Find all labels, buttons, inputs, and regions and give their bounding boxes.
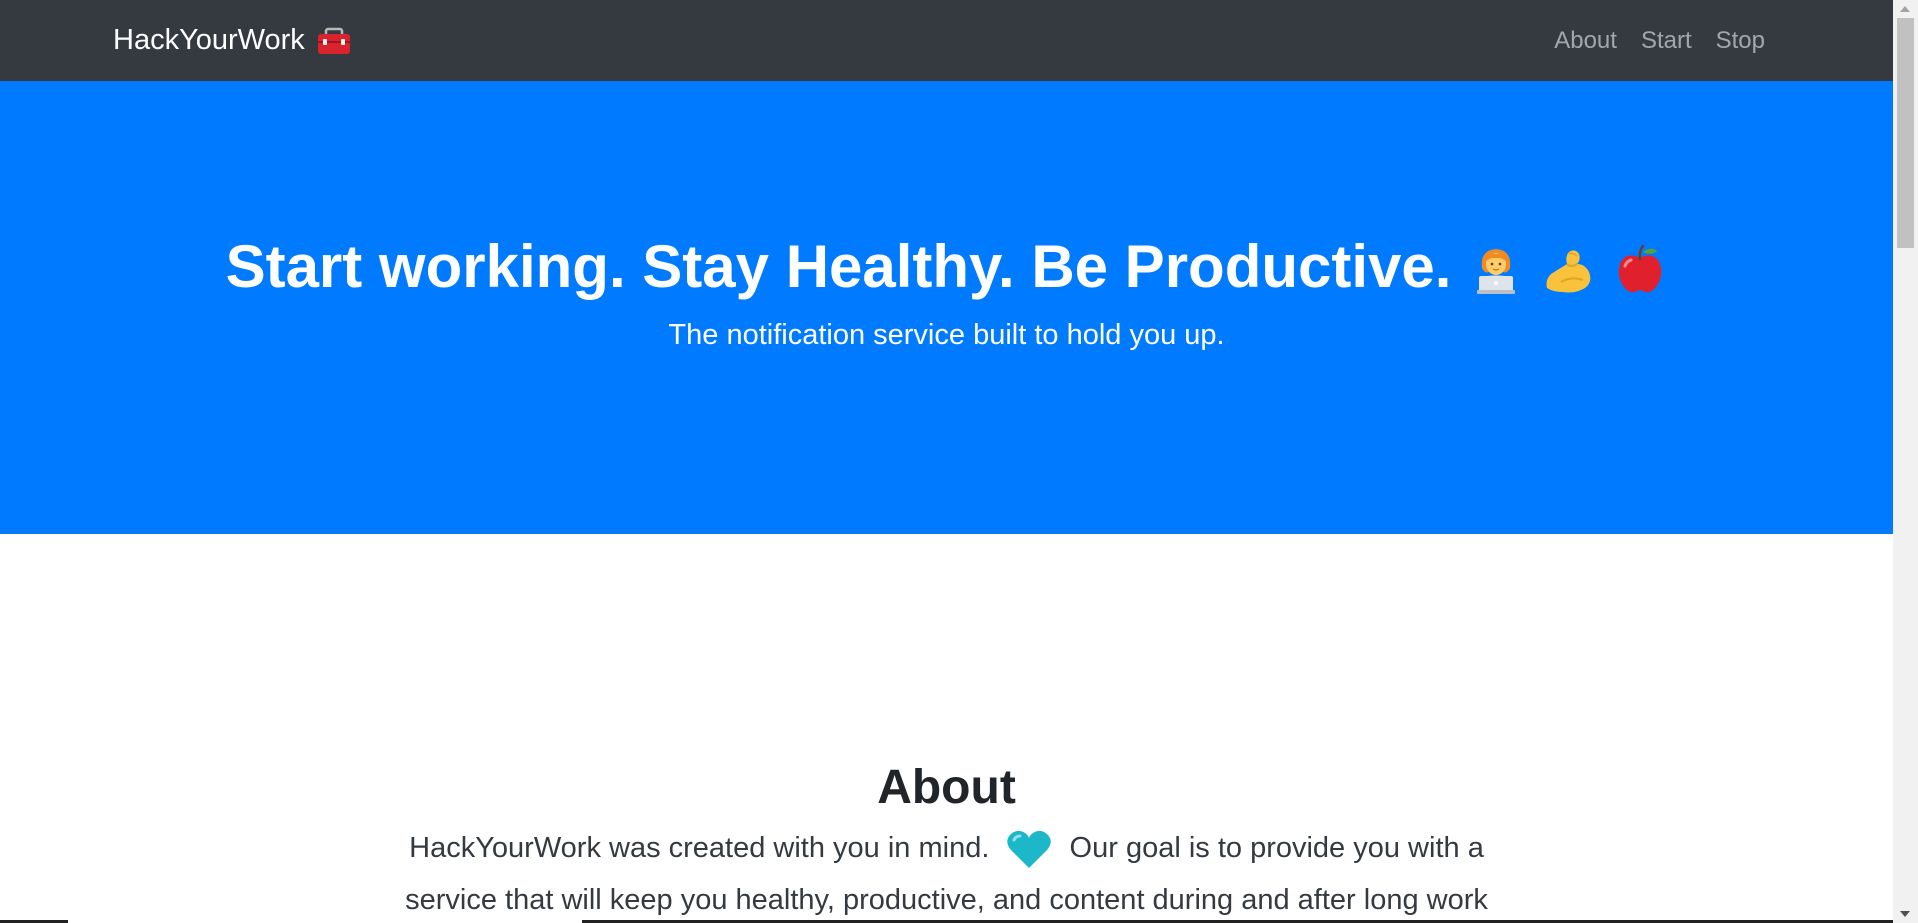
- about-text: HackYourWork was created with you in min…: [400, 822, 1493, 923]
- brand-link[interactable]: HackYourWork: [113, 18, 351, 63]
- red-apple-icon: [1613, 240, 1667, 294]
- nav-link-stop[interactable]: Stop: [1716, 27, 1765, 55]
- scrollbar-thumb[interactable]: [1897, 18, 1914, 248]
- toolbox-icon: [317, 26, 351, 56]
- about-text-intro: HackYourWork was created with you in min…: [409, 832, 990, 864]
- page: HackYourWork About Start Stop Start work…: [0, 0, 1918, 923]
- nav-link-start[interactable]: Start: [1641, 27, 1692, 55]
- nav-links: About Start Stop: [1554, 18, 1765, 63]
- scroll-up-arrow-icon[interactable]: [1900, 6, 1910, 12]
- nav-link-about[interactable]: About: [1554, 27, 1617, 55]
- viewport: HackYourWork About Start Stop Start work…: [0, 0, 1893, 923]
- hero-subtitle: The notification service built to hold y…: [668, 319, 1225, 351]
- hero-title: Start working. Stay Healthy. Be Producti…: [0, 231, 1893, 303]
- vertical-scrollbar[interactable]: [1893, 0, 1918, 923]
- scroll-down-arrow-icon[interactable]: [1900, 911, 1910, 917]
- blue-heart-icon: [1005, 828, 1053, 870]
- hero-section: Start working. Stay Healthy. Be Producti…: [0, 81, 1893, 534]
- navbar: HackYourWork About Start Stop: [0, 0, 1893, 81]
- about-title: About: [877, 761, 1016, 814]
- flexed-biceps-icon: [1541, 240, 1595, 294]
- about-section: About HackYourWork was created with you …: [0, 534, 1893, 923]
- hero-title-text: Start working. Stay Healthy. Be Producti…: [225, 233, 1452, 300]
- person-laptop-icon: [1469, 240, 1523, 294]
- brand-name: HackYourWork: [113, 24, 305, 56]
